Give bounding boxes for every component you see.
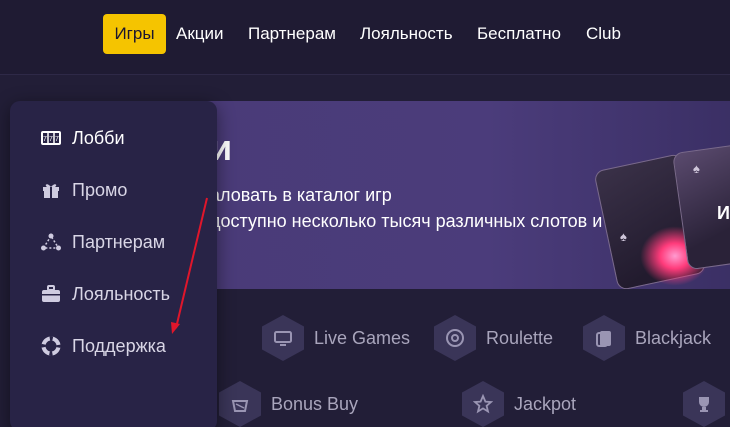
category-blackjack[interactable]: Blackjack: [583, 315, 711, 361]
sidebar-item-partners[interactable]: Партнерам: [40, 231, 165, 253]
sidebar-item-label: Лояльность: [72, 283, 171, 304]
top-navigation: Игры Акции Партнерам Лояльность Бесплатн…: [0, 0, 730, 75]
welcome-banner: и аловать в каталог игр доступно несколь…: [180, 101, 730, 289]
sidebar-item-label: Поддержка: [72, 335, 166, 356]
banner-text-line-1: аловать в каталог игр: [210, 185, 392, 205]
svg-text:7: 7: [55, 136, 59, 143]
sidebar-item-promo[interactable]: Промо: [40, 179, 127, 201]
category-label: Blackjack: [635, 327, 712, 348]
lifebuoy-icon: [40, 335, 62, 357]
nav-item-partners[interactable]: Партнерам: [248, 14, 336, 54]
sidebar-item-loyalty[interactable]: Лояльность: [40, 283, 170, 305]
star-icon: [462, 381, 504, 427]
banner-text-line-2: доступно несколько тысяч различных слото…: [210, 211, 647, 231]
category-roulette[interactable]: Roulette: [434, 315, 553, 361]
sidebar-item-support[interactable]: Поддержка: [40, 335, 166, 357]
nav-item-promotions[interactable]: Акции: [176, 14, 224, 54]
roulette-icon: [434, 315, 476, 361]
bonus-buy-icon: [219, 381, 261, 427]
spade-icon: ♠: [693, 161, 700, 176]
spade-icon-small: ♠: [620, 229, 627, 244]
sidebar-item-label: Лобби: [72, 127, 125, 148]
svg-text:7: 7: [43, 136, 47, 143]
category-label: Live Games: [314, 327, 411, 348]
nav-item-loyalty[interactable]: Лояльность: [360, 14, 453, 54]
sidebar-item-label: Промо: [72, 179, 128, 200]
card-letter: И: [717, 203, 730, 223]
nav-item-free[interactable]: Бесплатно: [477, 14, 561, 54]
slot-machine-icon: 777: [40, 127, 62, 149]
category-label: Roulette: [486, 327, 554, 348]
sidebar-menu: 777 Лобби Промо Партнерам Лояльность Под…: [10, 101, 217, 427]
gift-icon: [40, 179, 62, 201]
sidebar-item-lobby[interactable]: 777 Лобби: [40, 127, 125, 149]
nav-item-club[interactable]: Club: [586, 14, 621, 54]
category-label: Jackpot: [514, 393, 577, 414]
nav-item-games[interactable]: Игры: [103, 14, 166, 54]
tv-icon: [262, 315, 304, 361]
category-label: Bonus Buy: [271, 393, 359, 414]
trophy-icon: [683, 381, 725, 427]
category-bonus-buy[interactable]: Bonus Buy: [219, 381, 358, 427]
category-jackpot[interactable]: Jackpot: [462, 381, 576, 427]
category-tournaments[interactable]: [683, 381, 725, 427]
briefcase-icon: [40, 283, 62, 305]
cards-icon: [583, 315, 625, 361]
category-live-games[interactable]: Live Games: [262, 315, 410, 361]
svg-text:7: 7: [49, 136, 53, 143]
network-icon: [40, 231, 62, 253]
sidebar-item-label: Партнерам: [72, 231, 166, 252]
